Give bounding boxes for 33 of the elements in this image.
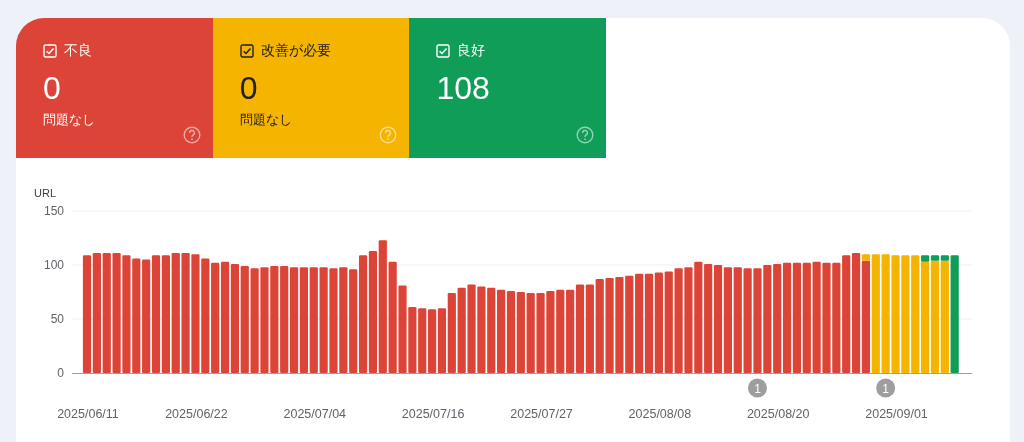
axis-label: URL <box>34 187 56 199</box>
y-tick-label: 150 <box>43 204 64 218</box>
card-note: 問題なし <box>239 111 293 129</box>
help-icon[interactable] <box>182 126 201 144</box>
card-count: 0 <box>43 69 62 107</box>
annotation-marker[interactable]: 1 <box>748 378 767 398</box>
card-label: 不良 <box>64 42 92 60</box>
status-card[interactable]: 不良 0 問題なし <box>16 18 213 158</box>
annotation-marker[interactable]: 1 <box>876 378 896 398</box>
x-tick-label: 2025/09/01 <box>865 407 928 421</box>
card-count: 108 <box>436 69 491 107</box>
help-icon[interactable] <box>576 126 595 144</box>
bar <box>428 309 437 373</box>
status-card[interactable]: 良好 108 <box>409 18 607 158</box>
status-card[interactable]: 改善が必要 0 問題なし <box>212 18 410 158</box>
card-label: 改善が必要 <box>260 42 331 60</box>
y-tick-label: 50 <box>50 312 64 326</box>
y-tick-label: 100 <box>43 258 64 272</box>
x-tick-label: 2025/08/08 <box>628 407 692 421</box>
bar <box>437 308 447 373</box>
x-tick-label: 2025/06/22 <box>165 407 228 421</box>
x-tick-label: 2025/07/16 <box>401 407 465 421</box>
checkbox-icon[interactable] <box>239 44 254 58</box>
x-tick-label: 2025/06/11 <box>57 407 119 421</box>
bar <box>418 308 427 373</box>
card-count: 0 <box>239 69 259 107</box>
bar <box>408 307 417 373</box>
card-label: 良好 <box>457 42 486 60</box>
x-tick-label: 2025/08/20 <box>746 407 810 421</box>
y-tick-label: 0 <box>57 366 64 380</box>
x-tick-label: 2025/07/04 <box>283 407 347 421</box>
card-note: 問題なし <box>43 111 96 129</box>
x-tick-label: 2025/07/27 <box>510 407 573 421</box>
